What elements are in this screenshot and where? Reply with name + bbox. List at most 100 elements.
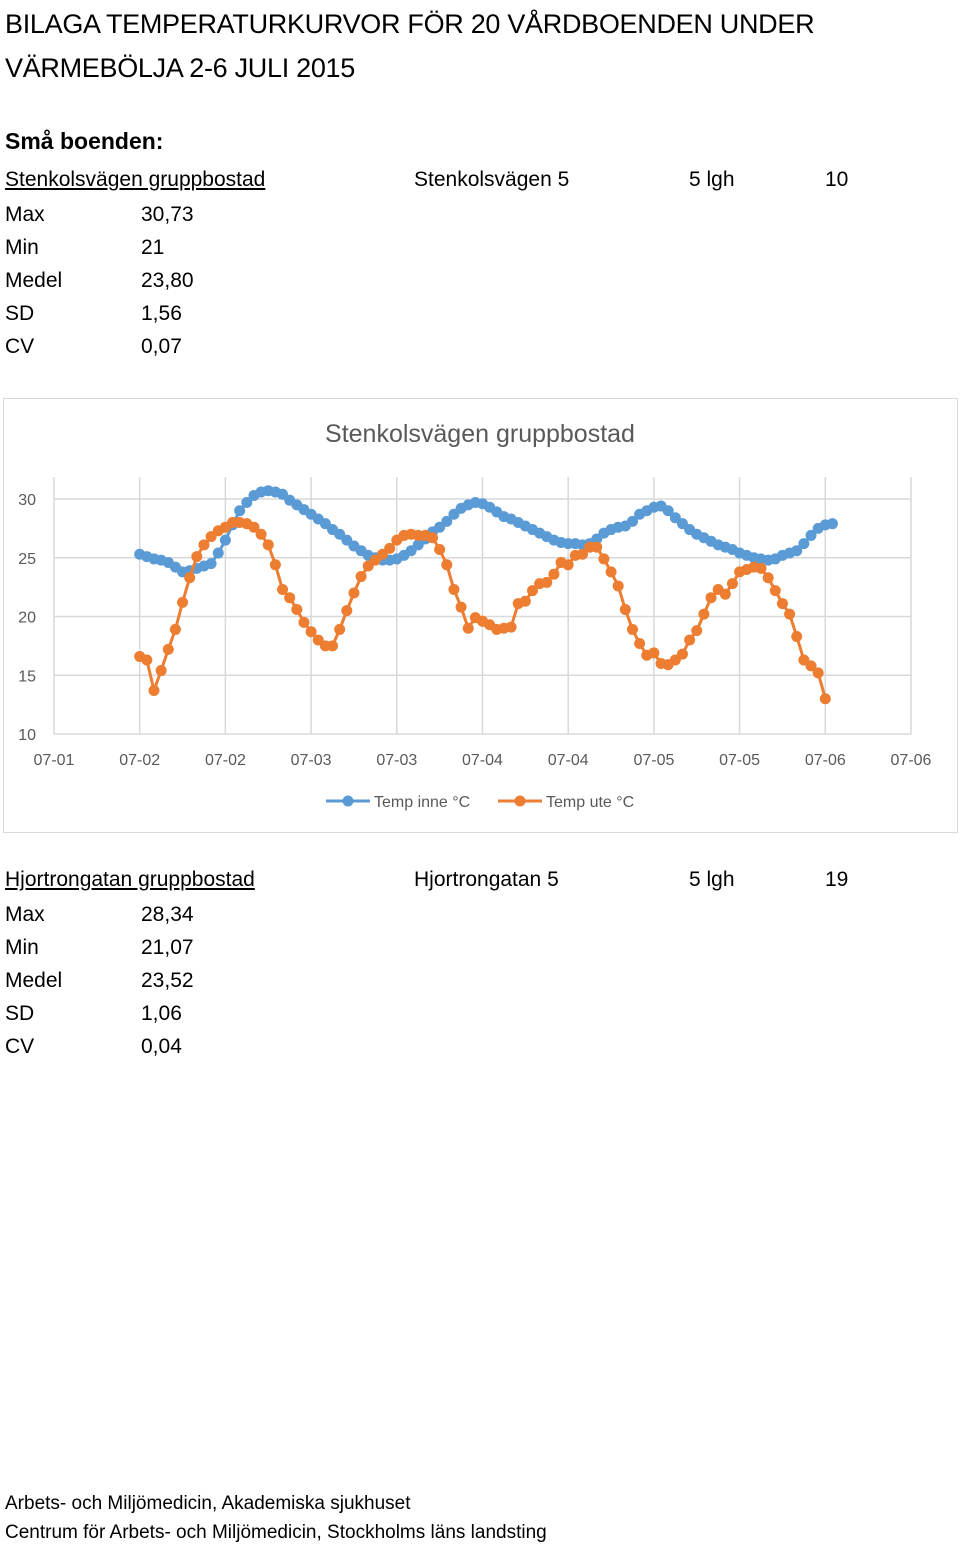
data-point [177,596,189,608]
facility-address: Hjortrongatan 5 [414,868,559,891]
data-point [205,558,217,570]
y-tick-label: 20 [18,610,36,627]
data-point [691,625,703,637]
stat-value: 1,56 [141,302,182,325]
facility-header: Hjortrongatan gruppbostad Hjortrongatan … [5,868,905,898]
data-point [605,566,617,578]
stat-label: SD [5,302,35,325]
x-tick-label: 07-04 [548,752,589,769]
chart-legend: Temp inne °C Temp ute °C [326,794,634,811]
data-point [348,587,360,599]
data-point [776,598,788,610]
data-point [612,580,624,592]
stat-row-cv: CV 0,04 [5,1030,305,1063]
x-tick-label: 07-06 [805,752,846,769]
section-heading: Små boenden: [5,128,164,154]
data-point [284,592,296,604]
x-tick-label: 07-02 [119,752,160,769]
stat-value: 30,73 [141,203,194,226]
facility-name: Stenkolsvägen gruppbostad [5,168,266,191]
temperature-chart: Stenkolsvägen gruppbostad 10 15 20 25 30 07-0… [3,398,958,833]
stat-label: Max [5,903,45,926]
data-point [519,595,531,607]
data-point [434,544,446,556]
stat-label: CV [5,335,35,358]
x-tick-label: 07-05 [633,752,674,769]
data-point [791,630,803,642]
data-point [784,608,796,620]
facility-address: Stenkolsvägen 5 [414,168,570,191]
data-point [676,648,688,660]
y-tick-label: 15 [18,668,36,685]
data-point [726,578,738,590]
data-point [755,562,767,574]
footer-line: Centrum för Arbets- och Miljömedicin, St… [5,1522,547,1543]
x-tick-label: 07-06 [891,752,932,769]
data-point [626,623,638,635]
data-point [762,572,774,584]
x-tick-label: 07-04 [462,752,503,769]
facility-name: Hjortrongatan gruppbostad [5,868,255,891]
legend-label: Temp inne °C [374,794,470,811]
facility-number: 10 [825,168,849,191]
data-point [448,583,460,595]
legend-marker [514,795,526,807]
data-point [462,622,474,634]
x-tick-label: 07-03 [291,752,332,769]
data-point [591,541,603,553]
data-point [441,559,453,571]
stat-value: 28,34 [141,903,194,926]
data-point [341,605,353,617]
stat-value: 1,06 [141,1002,182,1025]
footer: Arbets- och Miljömedicin, Akademiska sju… [5,1489,547,1547]
stat-label: Medel [5,269,63,292]
stat-row-medel: Medel 23,80 [5,264,305,297]
data-point [355,571,367,583]
y-tick-label: 30 [18,492,36,509]
stat-label: CV [5,1035,35,1058]
stat-value: 0,07 [141,335,182,358]
data-point [148,685,160,697]
data-point [812,667,824,679]
data-point [648,647,660,659]
data-point [826,518,838,530]
facility-header: Stenkolsvägen gruppbostad Stenkolsvägen … [5,168,905,198]
data-point [155,665,167,677]
chart-canvas: Stenkolsvägen gruppbostad 10 15 20 25 30 07-0… [18,420,932,811]
facility-stats: Max 28,34 Min 21,07 Medel 23,52 SD 1,06 CV 0,… [5,898,305,1063]
stat-row-medel: Medel 23,52 [5,964,305,997]
data-point [327,640,339,652]
stat-row-max: Max 30,73 [5,198,305,231]
data-point [291,603,303,615]
stat-row-min: Min 21 [5,231,305,264]
data-point [212,547,224,559]
y-tick-label: 25 [18,551,36,568]
facility-stats: Max 30,73 Min 21 Medel 23,80 SD 1,56 CV 0,07 [5,198,305,363]
data-point [141,654,153,666]
data-point [719,588,731,600]
chart-title: Stenkolsvägen gruppbostad [325,420,635,448]
data-point [505,621,517,633]
data-point [548,568,560,580]
x-tick-label: 07-02 [205,752,246,769]
stat-label: SD [5,1002,35,1025]
stat-value: 23,52 [141,969,194,992]
facility-units: 5 lgh [689,868,735,891]
stat-label: Min [5,936,39,959]
stat-label: Min [5,236,39,259]
legend-marker [342,795,354,807]
data-point [184,572,196,584]
x-tick-label: 07-03 [376,752,417,769]
data-point [619,603,631,615]
data-point [634,638,646,650]
stat-value: 0,04 [141,1035,182,1058]
data-point [769,585,781,597]
data-point [684,634,696,646]
footer-line: Arbets- och Miljömedicin, Akademiska sju… [5,1493,411,1514]
stat-row-sd: SD 1,06 [5,997,305,1030]
stat-value: 23,80 [141,269,194,292]
document-title: BILAGA TEMPERATURKURVOR FÖR 20 VÅRDBOEND… [5,9,815,83]
data-point [191,551,203,563]
stat-label: Max [5,203,45,226]
data-point [698,608,710,620]
